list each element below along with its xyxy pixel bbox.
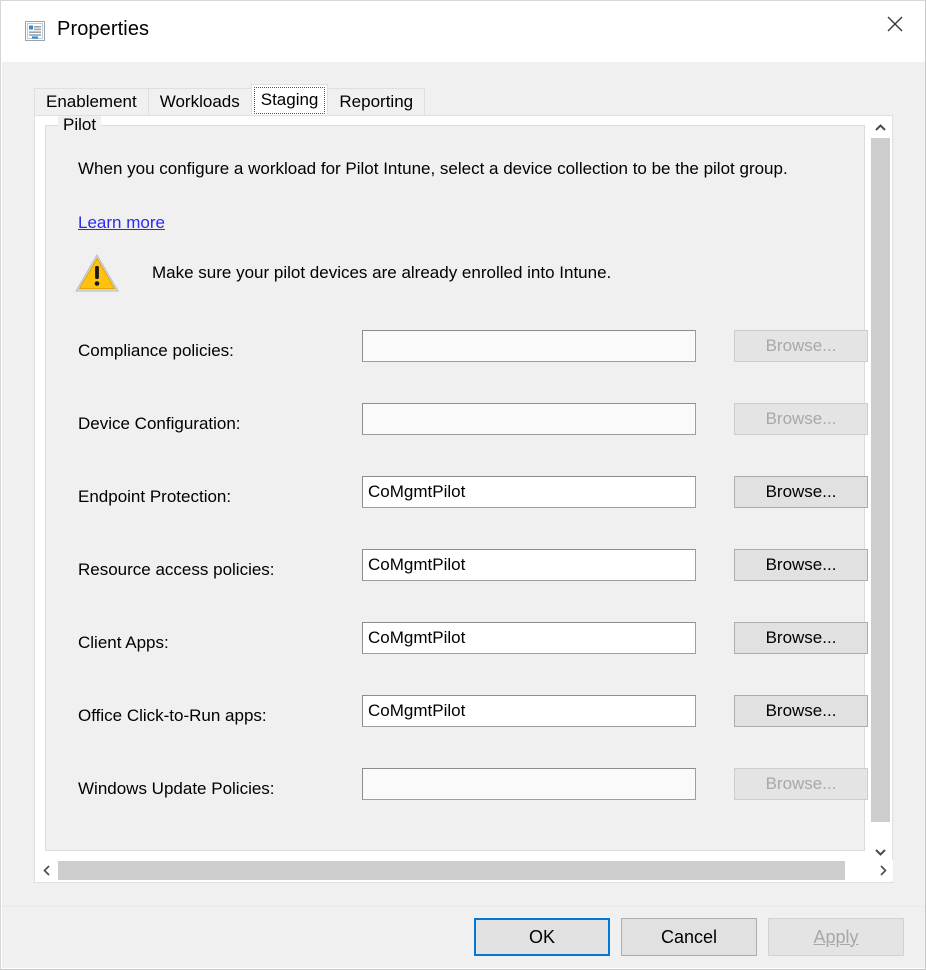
compliance-policies-browse-button[interactable]: Browse... bbox=[734, 330, 868, 362]
tab-staging[interactable]: Staging bbox=[251, 84, 329, 115]
title-bar: Properties bbox=[1, 1, 925, 62]
device-configuration-input[interactable] bbox=[362, 403, 696, 435]
form-row-windows-update-policies: Windows Update Policies: Browse... bbox=[46, 760, 866, 833]
client-apps-input[interactable] bbox=[362, 622, 696, 654]
form-row-office-click-to-run-apps: Office Click-to-Run apps: Browse... bbox=[46, 687, 866, 760]
horizontal-scrollbar[interactable] bbox=[36, 860, 893, 881]
tab-enablement[interactable]: Enablement bbox=[34, 88, 149, 115]
vertical-scrollbar-thumb[interactable] bbox=[871, 138, 890, 822]
client-apps-browse-button[interactable]: Browse... bbox=[734, 622, 868, 654]
ok-button[interactable]: OK bbox=[474, 918, 610, 956]
vertical-scrollbar[interactable] bbox=[869, 117, 891, 862]
pilot-description: When you configure a workload for Pilot … bbox=[78, 156, 828, 182]
compliance-policies-input[interactable] bbox=[362, 330, 696, 362]
cancel-button[interactable]: Cancel bbox=[621, 918, 757, 956]
form-row-label: Resource access policies: bbox=[78, 560, 275, 580]
learn-more-link[interactable]: Learn more bbox=[78, 213, 165, 233]
tab-enablement-label: Enablement bbox=[46, 92, 137, 112]
tab-staging-label: Staging bbox=[261, 90, 319, 110]
tab-page-staging: Pilot When you configure a workload for … bbox=[34, 115, 893, 883]
dialog-footer: OK Cancel Apply bbox=[2, 906, 925, 968]
close-icon[interactable] bbox=[865, 1, 925, 46]
window-title: Properties bbox=[57, 18, 149, 41]
office-click-to-run-apps-browse-button[interactable]: Browse... bbox=[734, 695, 868, 727]
staging-scroll-area: Pilot When you configure a workload for … bbox=[35, 116, 871, 861]
warning-triangle-icon bbox=[74, 252, 120, 294]
pilot-form: Compliance policies: Browse... Device Co… bbox=[46, 322, 866, 833]
pilot-group-box: Pilot When you configure a workload for … bbox=[45, 125, 865, 851]
form-row-label: Windows Update Policies: bbox=[78, 779, 275, 799]
form-row-client-apps: Client Apps: Browse... bbox=[46, 614, 866, 687]
device-configuration-browse-button[interactable]: Browse... bbox=[734, 403, 868, 435]
tab-strip: Enablement Workloads Staging Reporting bbox=[34, 85, 424, 115]
form-row-device-configuration: Device Configuration: Browse... bbox=[46, 395, 866, 468]
apply-button-label: Apply bbox=[813, 927, 858, 947]
dialog-body: Enablement Workloads Staging Reporting P… bbox=[2, 62, 925, 908]
apply-button[interactable]: Apply bbox=[768, 918, 904, 956]
tab-workloads[interactable]: Workloads bbox=[148, 88, 252, 115]
scroll-down-icon[interactable] bbox=[870, 841, 891, 862]
scroll-left-icon[interactable] bbox=[36, 860, 57, 881]
resource-access-policies-browse-button[interactable]: Browse... bbox=[734, 549, 868, 581]
form-row-endpoint-protection: Endpoint Protection: Browse... bbox=[46, 468, 866, 541]
tab-workloads-label: Workloads bbox=[160, 92, 240, 112]
form-row-label: Office Click-to-Run apps: bbox=[78, 706, 267, 726]
form-row-label: Device Configuration: bbox=[78, 414, 241, 434]
resource-access-policies-input[interactable] bbox=[362, 549, 696, 581]
pilot-warning: Make sure your pilot devices are already… bbox=[74, 252, 611, 294]
form-row-resource-access-policies: Resource access policies: Browse... bbox=[46, 541, 866, 614]
tab-reporting[interactable]: Reporting bbox=[327, 88, 425, 115]
windows-update-policies-input[interactable] bbox=[362, 768, 696, 800]
form-row-label: Compliance policies: bbox=[78, 341, 234, 361]
endpoint-protection-input[interactable] bbox=[362, 476, 696, 508]
office-click-to-run-apps-input[interactable] bbox=[362, 695, 696, 727]
scroll-right-icon[interactable] bbox=[872, 860, 893, 881]
endpoint-protection-browse-button[interactable]: Browse... bbox=[734, 476, 868, 508]
form-row-label: Client Apps: bbox=[78, 633, 169, 653]
form-row-compliance-policies: Compliance policies: Browse... bbox=[46, 322, 866, 395]
pilot-warning-text: Make sure your pilot devices are already… bbox=[152, 263, 611, 283]
scroll-up-icon[interactable] bbox=[870, 117, 891, 138]
properties-dialog-window: Properties Enablement Workloads Staging … bbox=[0, 0, 926, 970]
properties-document-icon bbox=[23, 19, 47, 43]
windows-update-policies-browse-button[interactable]: Browse... bbox=[734, 768, 868, 800]
tab-reporting-label: Reporting bbox=[339, 92, 413, 112]
horizontal-scrollbar-thumb[interactable] bbox=[58, 861, 845, 880]
pilot-group-title: Pilot bbox=[58, 116, 101, 135]
form-row-label: Endpoint Protection: bbox=[78, 487, 231, 507]
